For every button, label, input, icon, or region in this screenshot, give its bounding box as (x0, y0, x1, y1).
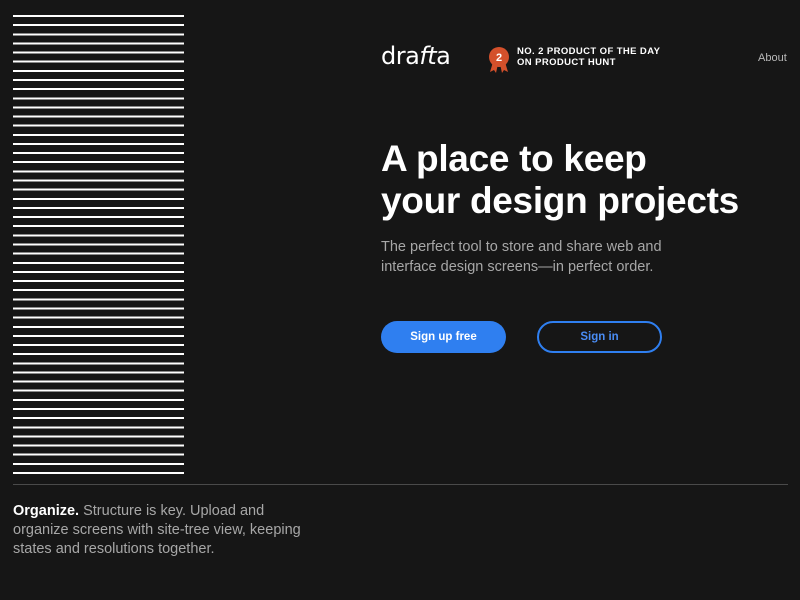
hero-subtitle: The perfect tool to store and share web … (381, 237, 701, 277)
hero-title: A place to keep your design projects (381, 138, 739, 222)
hero-subtitle-line-2: interface design screens—in perfect orde… (381, 259, 654, 275)
drafta-logo[interactable]: drafta (381, 42, 451, 70)
feature-organize: Organize. Structure is key. Upload and o… (13, 502, 303, 559)
logo-suffix: a (436, 42, 451, 70)
striped-illustration (13, 15, 184, 478)
hero-title-line-2: your design projects (381, 180, 739, 221)
section-divider (13, 484, 788, 485)
hero-title-line-1: A place to keep (381, 138, 647, 179)
feature-title: Organize. (13, 503, 80, 519)
logo-italic: ft (419, 42, 437, 70)
sign-up-free-button[interactable]: Sign up free (381, 321, 506, 353)
medal-icon: 2 (488, 46, 510, 74)
nav-about-link[interactable]: About (758, 52, 787, 64)
badge-line-2: ON PRODUCT HUNT (517, 57, 616, 68)
badge-text: NO. 2 PRODUCT OF THE DAY ON PRODUCT HUNT (517, 46, 660, 68)
hero-subtitle-line-1: The perfect tool to store and share web … (381, 239, 662, 255)
product-hunt-badge[interactable]: 2 NO. 2 PRODUCT OF THE DAY ON PRODUCT HU… (488, 46, 660, 74)
sign-in-button[interactable]: Sign in (537, 321, 662, 353)
badge-line-1: NO. 2 PRODUCT OF THE DAY (517, 46, 661, 57)
landing-page: drafta 2 NO. 2 PRODUCT OF THE DAY ON PRO… (0, 0, 800, 600)
logo-prefix: dra (381, 42, 420, 70)
badge-rank: 2 (496, 52, 502, 64)
